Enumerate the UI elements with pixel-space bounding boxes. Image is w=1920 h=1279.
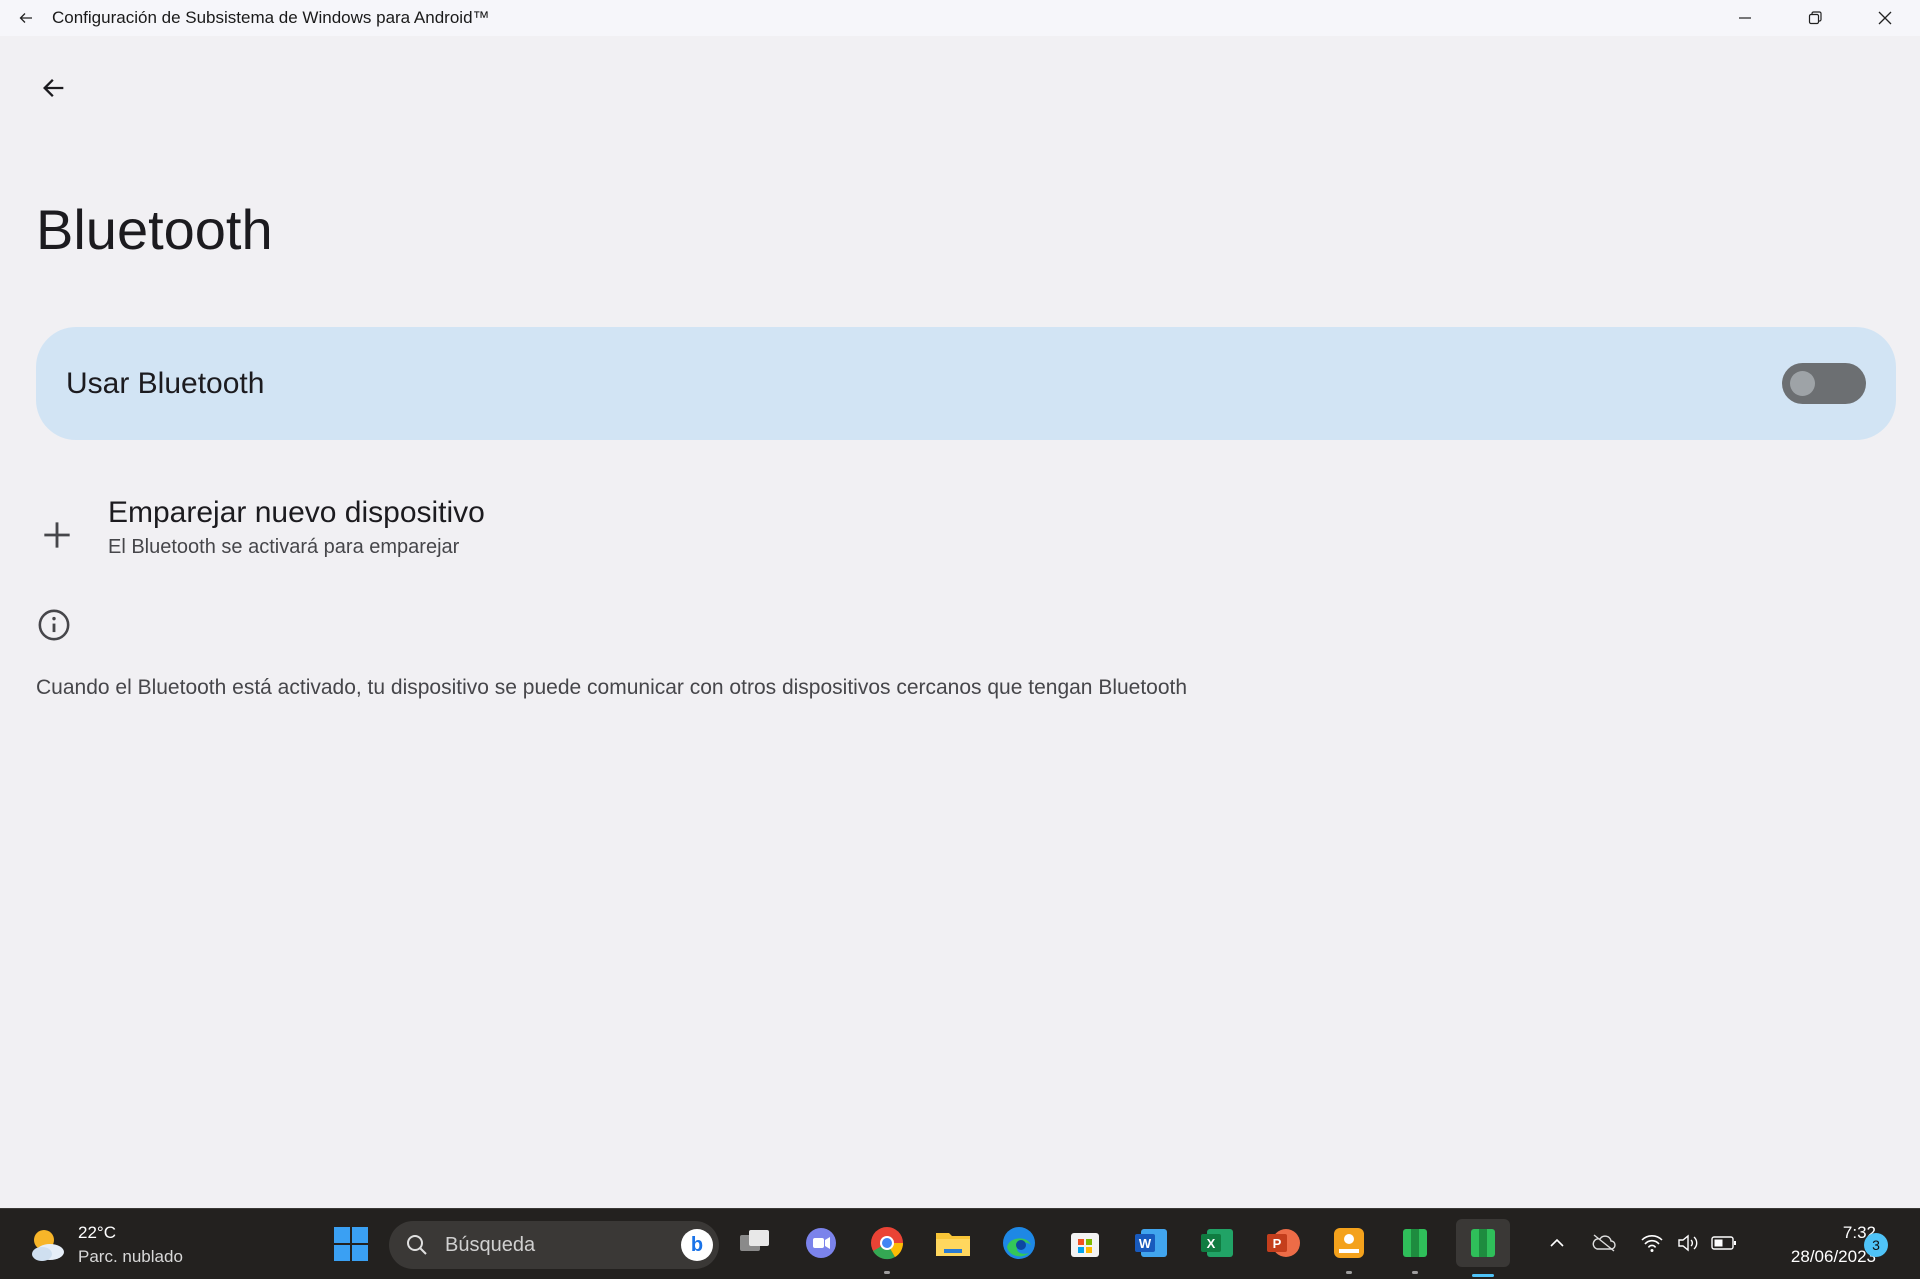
pair-new-device-subtitle: El Bluetooth se activará para emparejar <box>108 536 460 558</box>
arrow-left-icon <box>43 79 64 97</box>
close-button[interactable] <box>1850 0 1920 36</box>
orange-app-button[interactable] <box>1328 1222 1370 1274</box>
use-bluetooth-label: Usar Bluetooth <box>66 366 265 400</box>
word-button[interactable]: W <box>1130 1222 1172 1264</box>
partly-cloudy-icon <box>26 1224 68 1266</box>
windows-logo-icon <box>334 1227 368 1261</box>
bluetooth-info-text: Cuando el Bluetooth está activado, tu di… <box>36 676 1188 699</box>
cloud-offline-icon <box>1592 1234 1616 1252</box>
window-title: Configuración de Subsistema de Windows p… <box>52 8 490 27</box>
show-hidden-icons-button[interactable] <box>1543 1229 1571 1257</box>
titlebar-back-button[interactable] <box>0 0 52 36</box>
running-indicator <box>1346 1271 1352 1274</box>
use-bluetooth-toggle-row[interactable]: Usar Bluetooth <box>36 327 1896 440</box>
search-icon <box>407 1235 427 1255</box>
chevron-up-icon <box>1550 1238 1564 1247</box>
battery-button[interactable] <box>1710 1229 1738 1257</box>
taskbar: 22°C Parc. nublado Búsqueda b W X P 7:32… <box>0 1208 1920 1279</box>
folder-icon <box>936 1233 970 1256</box>
edge-button[interactable] <box>998 1222 1040 1264</box>
clock-time: 7:32 <box>1842 1223 1876 1242</box>
pair-new-device-title: Emparejar nuevo dispositivo <box>108 496 485 529</box>
powerpoint-button[interactable]: P <box>1262 1222 1304 1264</box>
info-icon <box>38 609 70 641</box>
store-icon <box>1071 1233 1099 1257</box>
back-button[interactable] <box>30 64 78 112</box>
android-app-button[interactable] <box>1394 1222 1436 1274</box>
minimize-icon <box>1739 17 1751 19</box>
volume-icon <box>1678 1234 1698 1252</box>
teams-chat-button[interactable] <box>800 1222 842 1264</box>
close-icon <box>1878 11 1892 25</box>
file-explorer-button[interactable] <box>932 1222 974 1264</box>
chrome-icon <box>871 1227 904 1260</box>
chat-icon <box>806 1228 836 1258</box>
weather-description: Parc. nublado <box>78 1247 183 1266</box>
excel-icon: X <box>1201 1229 1233 1257</box>
android-settings-button[interactable] <box>1456 1219 1510 1277</box>
minimize-button[interactable] <box>1710 0 1780 36</box>
page-title: Bluetooth <box>36 198 273 261</box>
battery-icon <box>1711 1236 1736 1250</box>
onedrive-button[interactable] <box>1590 1229 1618 1257</box>
restore-icon <box>1808 11 1822 25</box>
svg-text:W: W <box>1139 1236 1152 1251</box>
app-icon <box>1334 1228 1364 1258</box>
svg-text:P: P <box>1273 1236 1282 1251</box>
bing-icon[interactable]: b <box>681 1229 713 1261</box>
excel-button[interactable]: X <box>1196 1222 1238 1264</box>
wifi-icon <box>1641 1235 1663 1252</box>
arrow-left-icon <box>19 13 32 23</box>
settings-page: Bluetooth Usar Bluetooth Emparejar nuevo… <box>0 36 1920 1208</box>
title-bar: Configuración de Subsistema de Windows p… <box>0 0 1920 36</box>
running-indicator <box>1412 1271 1418 1274</box>
pair-new-device-row[interactable]: Emparejar nuevo dispositivo El Bluetooth… <box>30 490 930 580</box>
notification-badge[interactable]: 3 <box>1864 1233 1888 1257</box>
plus-icon <box>44 522 70 548</box>
word-icon: W <box>1135 1229 1167 1257</box>
active-indicator <box>1472 1274 1494 1277</box>
edge-icon <box>1003 1227 1035 1259</box>
window-controls <box>1710 0 1920 36</box>
start-button[interactable] <box>333 1226 369 1262</box>
switch-knob <box>1790 371 1815 396</box>
volume-button[interactable] <box>1674 1229 1702 1257</box>
clock[interactable]: 7:32 28/06/2023 <box>1756 1221 1876 1269</box>
svg-text:X: X <box>1207 1236 1216 1251</box>
task-view-icon <box>740 1230 769 1251</box>
weather-widget[interactable]: 22°C Parc. nublado <box>26 1221 183 1269</box>
android-app-icon <box>1471 1229 1495 1257</box>
microsoft-store-button[interactable] <box>1064 1222 1106 1264</box>
clock-date: 28/06/2023 <box>1790 1247 1876 1266</box>
weather-temperature: 22°C <box>78 1223 116 1242</box>
search-placeholder: Búsqueda <box>445 1234 536 1256</box>
powerpoint-icon: P <box>1267 1229 1300 1257</box>
running-indicator <box>884 1271 890 1274</box>
taskbar-search[interactable]: Búsqueda b <box>389 1221 719 1269</box>
task-view-button[interactable] <box>734 1222 776 1264</box>
wifi-button[interactable] <box>1638 1229 1666 1257</box>
bluetooth-switch[interactable] <box>1782 363 1866 404</box>
restore-button[interactable] <box>1780 0 1850 36</box>
chrome-button[interactable] <box>866 1222 908 1274</box>
android-app-icon <box>1403 1229 1427 1257</box>
